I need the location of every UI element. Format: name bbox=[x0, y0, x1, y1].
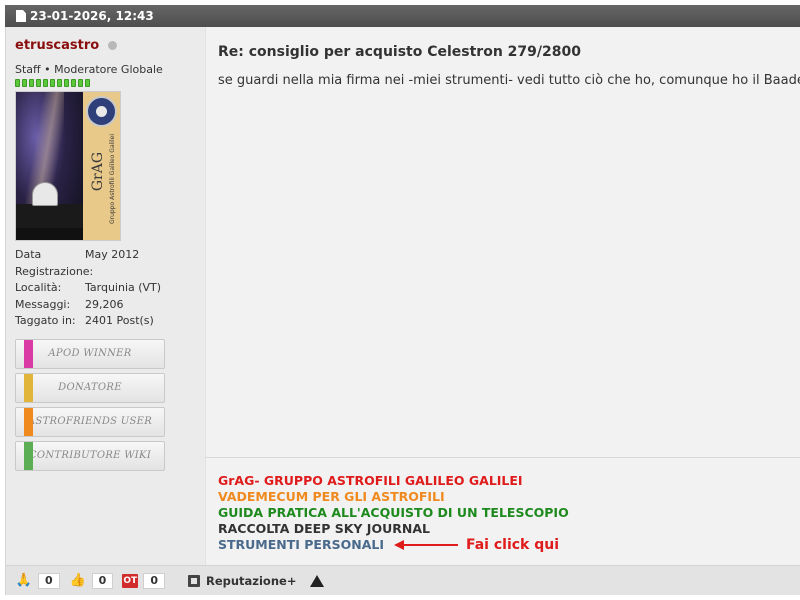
reputation-dot-icon bbox=[78, 79, 83, 87]
info-label: Località: bbox=[15, 281, 62, 294]
award-label: ASTROFRIENDS USER bbox=[27, 416, 153, 427]
award-label: CONTRIBUTORE WIKI bbox=[28, 450, 152, 461]
signature-link-text: RACCOLTA DEEP SKY JOURNAL bbox=[218, 521, 430, 536]
reaction-count: 0 bbox=[38, 572, 60, 589]
signature-link-deep-sky[interactable]: RACCOLTA DEEP SKY JOURNAL bbox=[218, 521, 569, 537]
reputation-dot-icon bbox=[64, 79, 69, 87]
info-row: Data Registrazione: May 2012 bbox=[15, 247, 205, 280]
reaction-count: 0 bbox=[143, 572, 165, 589]
award-contributore-wiki[interactable]: CONTRIBUTORE WIKI bbox=[15, 440, 165, 471]
reputation-dot-icon bbox=[71, 79, 76, 87]
avatar-hill bbox=[16, 204, 83, 228]
signature-link-text: GUIDA PRATICA ALL'ACQUISTO DI UN TELESCO… bbox=[218, 505, 569, 520]
report-warning-icon[interactable] bbox=[310, 574, 325, 587]
reputation-icon bbox=[187, 574, 200, 587]
signature-line-strumenti: STRUMENTI PERSONALI Fai click qui bbox=[218, 537, 569, 553]
user-info: Data Registrazione: May 2012 Località: T… bbox=[15, 247, 205, 330]
signature-link-vademecum[interactable]: VADEMECUM PER GLI ASTROFILI bbox=[218, 489, 569, 505]
reaction-count: 0 bbox=[91, 572, 114, 589]
award-stripe bbox=[24, 441, 33, 470]
reputation-dot-icon bbox=[36, 79, 41, 87]
info-label: Messaggi: bbox=[15, 297, 71, 311]
info-row: Messaggi: 29,206 bbox=[15, 297, 205, 314]
award-stripe bbox=[24, 407, 33, 436]
reputation-dot-icon bbox=[50, 79, 55, 87]
user-sidebar: etruscastro Staff • Moderatore Globale G… bbox=[6, 27, 205, 565]
pray-icon: 🙏 bbox=[15, 573, 33, 588]
ot-icon: OT bbox=[122, 573, 139, 588]
info-value: 29,206 bbox=[85, 297, 124, 311]
avatar-bottom-bar bbox=[16, 228, 83, 240]
reaction-pray[interactable]: 🙏 0 bbox=[15, 572, 60, 590]
reputation-dot-icon bbox=[85, 79, 90, 87]
post-body: se guardi nella mia firma nei -miei stru… bbox=[218, 73, 800, 88]
award-apod-winner[interactable]: APOD WINNER bbox=[15, 338, 165, 369]
arrow-left-icon bbox=[393, 539, 458, 551]
username-row: etruscastro bbox=[15, 38, 205, 53]
info-label: Data Registrazione: bbox=[15, 248, 94, 278]
post-content: Re: consiglio per acquisto Celestron 279… bbox=[205, 27, 800, 565]
post-footer: 🙏 0 👍 0 OT 0 Reputazione+ bbox=[6, 565, 800, 595]
info-row: Località: Tarquinia (VT) bbox=[15, 280, 205, 297]
document-icon bbox=[16, 10, 26, 22]
click-hint: Fai click qui bbox=[465, 537, 560, 553]
signature-link-guida[interactable]: GUIDA PRATICA ALL'ACQUISTO DI UN TELESCO… bbox=[218, 505, 569, 521]
reputation-dot-icon bbox=[15, 79, 20, 87]
info-value: 2401 Post(s) bbox=[85, 314, 154, 327]
avatar[interactable]: GrAG Gruppo Astrofili Galileo Galilei bbox=[15, 91, 121, 241]
reputation-dot-icon bbox=[57, 79, 62, 87]
observatory-dome bbox=[32, 182, 58, 206]
avatar-brand: GrAG bbox=[90, 152, 106, 192]
avatar-brand-sub: Gruppo Astrofili Galileo Galilei bbox=[109, 134, 116, 225]
post-datetime: 23-01-2026, 12:43 bbox=[30, 9, 154, 23]
post-header: 23-01-2026, 12:43 bbox=[5, 5, 800, 27]
reaction-ot[interactable]: OT 0 bbox=[122, 572, 165, 589]
award-label: DONATORE bbox=[58, 382, 122, 393]
info-label: Taggato in: bbox=[15, 314, 76, 327]
offline-status-icon bbox=[108, 41, 118, 50]
signature: GrAG- GRUPPO ASTROFILI GALILEO GALILEI V… bbox=[218, 473, 569, 553]
thumbs-up-icon: 👍 bbox=[69, 573, 86, 588]
username-link[interactable]: etruscastro bbox=[15, 38, 99, 53]
signature-link-strumenti[interactable]: STRUMENTI PERSONALI bbox=[218, 537, 384, 553]
info-row: Taggato in: 2401 Post(s) bbox=[15, 313, 205, 330]
post-title: Re: consiglio per acquisto Celestron 279… bbox=[218, 44, 581, 60]
awards-list: APOD WINNER DONATORE ASTROFRIENDS USER C… bbox=[15, 338, 205, 471]
reputation-bar bbox=[15, 79, 205, 87]
award-donatore[interactable]: DONATORE bbox=[15, 372, 165, 403]
reaction-thumbs-up[interactable]: 👍 0 bbox=[69, 572, 114, 590]
post-frame: etruscastro Staff • Moderatore Globale G… bbox=[5, 27, 800, 595]
signature-link-grag[interactable]: GrAG- GRUPPO ASTROFILI GALILEO GALILEI bbox=[218, 473, 569, 489]
reputation-label: Reputazione+ bbox=[205, 573, 297, 588]
reputation-dot-icon bbox=[29, 79, 34, 87]
reputation-button[interactable]: Reputazione+ bbox=[187, 573, 297, 588]
signature-divider bbox=[206, 457, 800, 458]
info-value: Tarquinia (VT) bbox=[85, 281, 162, 294]
award-label: APOD WINNER bbox=[48, 348, 132, 359]
signature-link-text: VADEMECUM PER GLI ASTROFILI bbox=[218, 489, 445, 504]
signature-link-text: GrAG- GRUPPO ASTROFILI GALILEO GALILEI bbox=[218, 473, 523, 488]
award-astrofriends-user[interactable]: ASTROFRIENDS USER bbox=[15, 406, 165, 437]
award-stripe bbox=[24, 339, 33, 368]
info-value: May 2012 bbox=[85, 248, 140, 261]
reputation-dot-icon bbox=[22, 79, 27, 87]
user-title: Staff • Moderatore Globale bbox=[15, 63, 163, 76]
award-stripe bbox=[24, 373, 33, 402]
reputation-dot-icon bbox=[43, 79, 48, 87]
grag-seal-icon bbox=[86, 96, 117, 127]
